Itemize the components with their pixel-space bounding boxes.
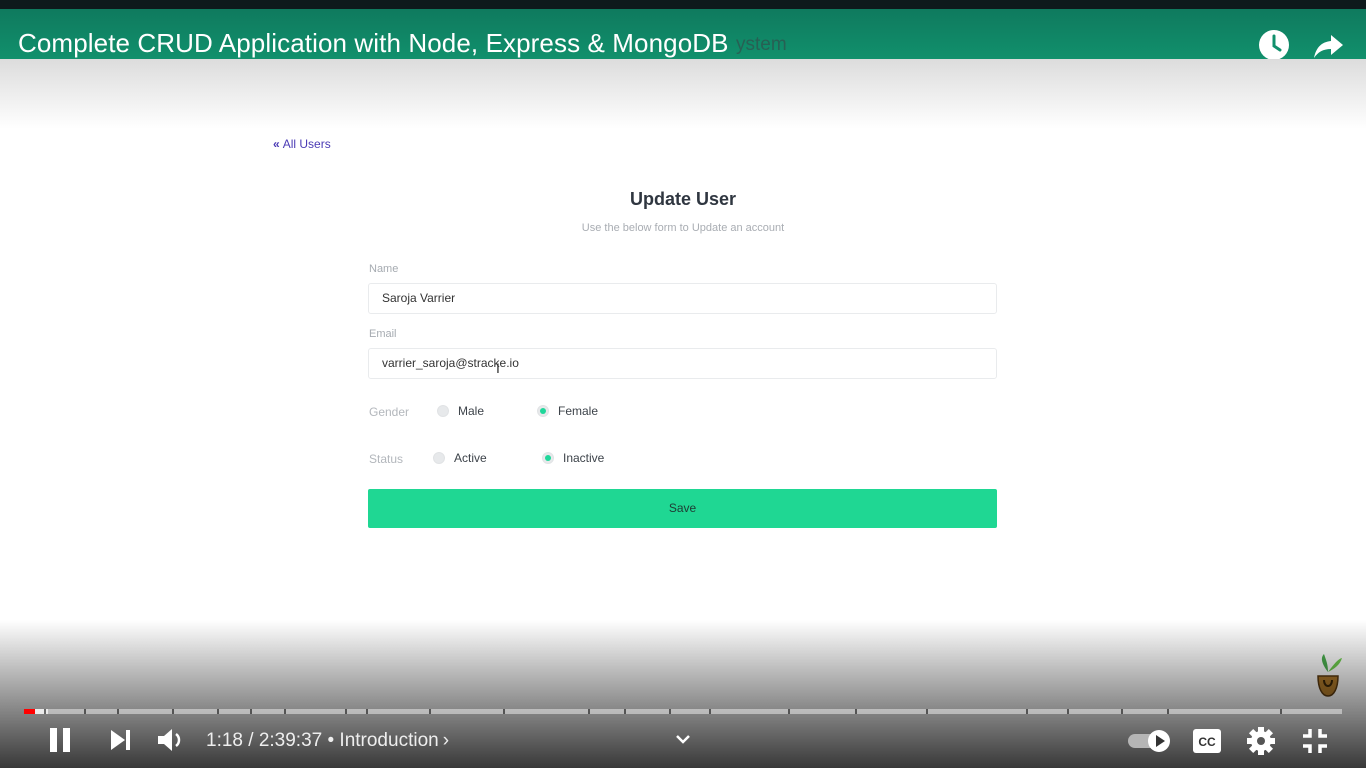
- form-title: Update User: [629, 189, 737, 209]
- email-field[interactable]: varrier_saroja@stracke.io: [368, 348, 997, 379]
- radio-active[interactable]: [433, 452, 445, 464]
- radio-label-inactive: Inactive: [563, 451, 605, 465]
- text-cursor-icon: I: [496, 360, 500, 376]
- radio-label-male: Male: [458, 404, 485, 418]
- chapter-chevron-icon: ›: [442, 730, 450, 751]
- chapter-marker: [1280, 709, 1282, 714]
- time-display[interactable]: 1:18 / 2:39:37 • Introduction ›: [206, 730, 449, 752]
- radio-inactive[interactable]: [542, 452, 554, 464]
- time-and-chapter: 1:18 / 2:39:37 • Introduction: [206, 730, 439, 751]
- chapter-marker: [217, 709, 219, 714]
- top-gradient: [0, 59, 1366, 129]
- gender-label: Gender: [369, 405, 410, 419]
- double-chevron-left-icon: «: [273, 137, 280, 151]
- form-subtitle: Use the below form to Update an account: [581, 222, 785, 234]
- all-users-label: All Users: [282, 137, 331, 151]
- chevron-down-icon[interactable]: [674, 730, 692, 748]
- radio-label-active: Active: [454, 451, 487, 465]
- chapter-marker: [172, 709, 174, 714]
- watch-later-icon[interactable]: [1258, 29, 1290, 61]
- played-bar: [24, 709, 35, 714]
- gender-option-female[interactable]: Female: [537, 404, 598, 418]
- chapter-marker: [1121, 709, 1123, 714]
- captions-icon[interactable]: CC: [1191, 726, 1223, 756]
- chapter-marker: [855, 709, 857, 714]
- progress-bar[interactable]: [24, 709, 1342, 714]
- status-label: Status: [369, 452, 404, 466]
- chapter-marker: [588, 709, 590, 714]
- radio-label-female: Female: [558, 404, 599, 418]
- chapter-marker: [1067, 709, 1069, 714]
- chapter-marker: [117, 709, 119, 714]
- radio-female[interactable]: [537, 405, 549, 417]
- chapter-marker: [788, 709, 790, 714]
- next-icon[interactable]: [105, 725, 135, 755]
- name-label: Name: [369, 263, 399, 275]
- autoplay-toggle[interactable]: [1126, 728, 1174, 754]
- chapter-marker: [250, 709, 252, 714]
- chapter-marker: [624, 709, 626, 714]
- volume-icon[interactable]: [154, 724, 186, 756]
- settings-icon[interactable]: [1245, 725, 1277, 757]
- gender-option-male[interactable]: Male: [437, 404, 484, 418]
- chapter-marker: [709, 709, 711, 714]
- chapter-marker: [44, 709, 46, 714]
- video-title[interactable]: Complete CRUD Application with Node, Exp…: [18, 28, 729, 59]
- chapter-marker: [1167, 709, 1169, 714]
- svg-text:CC: CC: [1198, 735, 1216, 749]
- share-icon[interactable]: [1312, 29, 1344, 61]
- chapter-marker: [345, 709, 347, 714]
- status-option-active[interactable]: Active: [433, 451, 487, 465]
- chapter-marker: [1026, 709, 1028, 714]
- radio-male[interactable]: [437, 405, 449, 417]
- chapter-marker: [669, 709, 671, 714]
- behind-heading-text: ystem: [736, 34, 787, 55]
- save-button[interactable]: Save: [368, 489, 997, 528]
- title-bar: ystem Complete CRUD Application with Nod…: [0, 9, 1366, 61]
- pause-icon[interactable]: [44, 724, 76, 756]
- all-users-link[interactable]: «All Users: [273, 137, 331, 151]
- chapter-marker: [84, 709, 86, 714]
- name-field[interactable]: Saroja Varrier: [368, 283, 997, 314]
- chapter-marker: [503, 709, 505, 714]
- exit-fullscreen-icon[interactable]: [1299, 725, 1331, 757]
- chapter-marker: [429, 709, 431, 714]
- top-strip: [0, 0, 1366, 9]
- email-label: Email: [369, 328, 397, 340]
- chapter-marker: [284, 709, 286, 714]
- chapter-marker: [366, 709, 368, 714]
- status-option-inactive[interactable]: Inactive: [542, 451, 604, 465]
- chapter-marker: [926, 709, 928, 714]
